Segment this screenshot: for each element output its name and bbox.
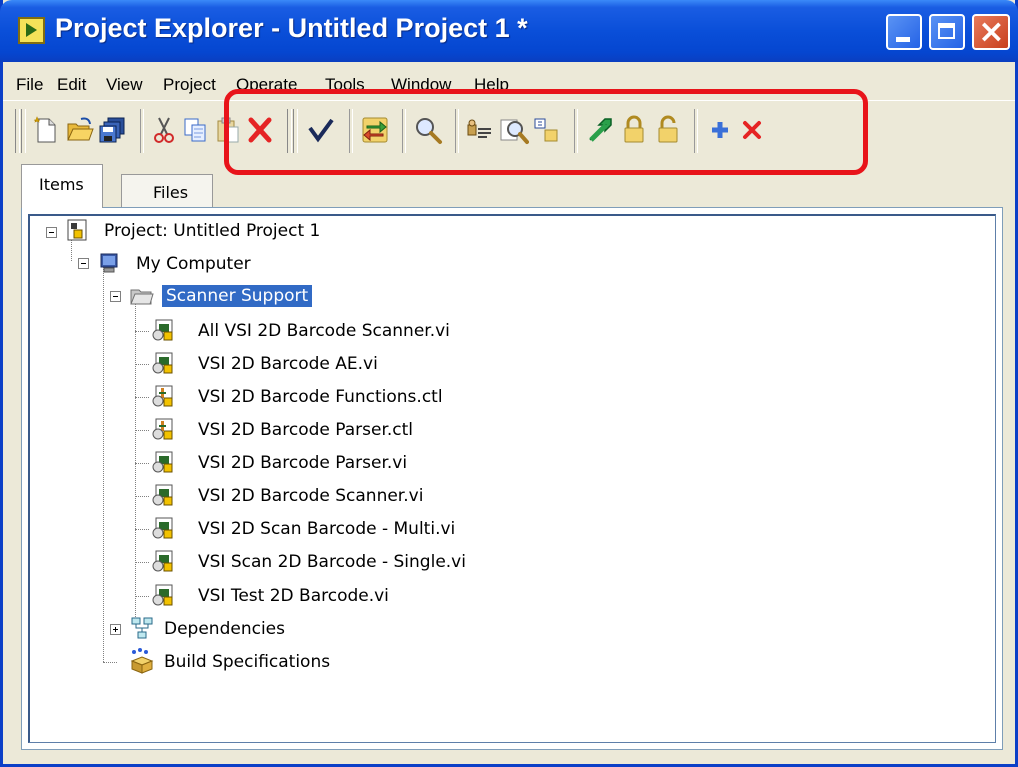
labview-app-icon [18, 17, 45, 44]
find-items-icon[interactable] [499, 115, 529, 145]
tree-node-file[interactable]: VSI 2D Barcode Functions.ctl [30, 382, 530, 410]
tab-items[interactable]: Items [21, 164, 103, 208]
tree-label: VSI 2D Barcode Scanner.vi [198, 486, 424, 506]
check-icon[interactable] [306, 115, 336, 145]
tree-label: My Computer [136, 254, 251, 274]
project-tree[interactable]: Project: Untitled Project 1 My Computer [28, 214, 996, 743]
vi-file-icon [152, 550, 173, 572]
tree-label: VSI 2D Barcode Parser.ctl [198, 420, 414, 440]
tree-node-file[interactable]: All VSI 2D Barcode Scanner.vi [30, 316, 530, 344]
menu-help[interactable]: Help [474, 75, 509, 95]
remove-icon[interactable] [737, 115, 767, 145]
collapse-toggle[interactable] [78, 258, 89, 269]
tree-node-file[interactable]: VSI Scan 2D Barcode - Single.vi [30, 547, 530, 575]
tree-label: Scanner Support [162, 285, 313, 307]
tree-node-project[interactable]: Project: Untitled Project 1 [30, 216, 430, 244]
toolbar-separator [402, 109, 406, 153]
menu-bar: File Edit View Project Operate Tools Win… [3, 62, 1015, 101]
tree-label: VSI 2D Barcode Functions.ctl [198, 387, 443, 407]
tree-node-scanner-support[interactable]: Scanner Support [30, 282, 430, 310]
menu-file[interactable]: File [16, 75, 43, 95]
project-tree-panel: Project: Untitled Project 1 My Computer [21, 207, 1003, 750]
lock-icon[interactable] [619, 115, 649, 145]
add-icon[interactable] [705, 115, 735, 145]
cut-icon[interactable] [149, 115, 179, 145]
menu-project[interactable]: Project [163, 75, 216, 95]
toolbar-separator [140, 109, 144, 153]
window-title: Project Explorer - Untitled Project 1 * [55, 13, 528, 43]
menu-edit[interactable]: Edit [57, 75, 86, 95]
find-icon[interactable] [413, 115, 443, 145]
close-button[interactable]: × [972, 12, 1010, 50]
tree-node-file[interactable]: VSI 2D Scan Barcode - Multi.vi [30, 514, 530, 542]
vi-file-icon [152, 451, 173, 473]
tree-node-file[interactable]: VSI 2D Barcode Scanner.vi [30, 481, 530, 509]
menu-operate[interactable]: Operate [236, 75, 297, 95]
expand-toggle[interactable] [110, 624, 121, 635]
vi-file-icon [152, 352, 173, 374]
tree-label: Dependencies [164, 619, 285, 639]
menu-tools[interactable]: Tools [325, 75, 365, 95]
tree-label: VSI Scan 2D Barcode - Single.vi [198, 552, 466, 572]
collapse-toggle[interactable] [110, 291, 121, 302]
go-icon[interactable] [585, 115, 615, 145]
vi-file-icon [152, 319, 173, 341]
refresh-icon[interactable] [360, 115, 390, 145]
project-icon [67, 219, 87, 241]
tree-label: VSI 2D Scan Barcode - Multi.vi [198, 519, 456, 539]
vi-file-icon [152, 484, 173, 506]
tree-label: VSI 2D Barcode AE.vi [198, 354, 378, 374]
tree-node-my-computer[interactable]: My Computer [30, 249, 430, 277]
tree-node-file[interactable]: VSI 2D Barcode Parser.vi [30, 448, 530, 476]
tree-node-file[interactable]: VSI 2D Barcode AE.vi [30, 349, 530, 377]
folder-icon [130, 289, 154, 305]
tree-label: Build Specifications [164, 652, 331, 672]
tree-node-dependencies[interactable]: Dependencies [30, 614, 430, 642]
vi-file-icon [152, 517, 173, 539]
maximize-button[interactable] [929, 14, 965, 50]
project-explorer-window: Project Explorer - Untitled Project 1 * … [0, 0, 1018, 767]
tree-label: All VSI 2D Barcode Scanner.vi [198, 321, 450, 341]
minimize-button[interactable] [886, 14, 922, 50]
arrange-icon[interactable] [532, 115, 562, 145]
toolbar-separator [574, 109, 578, 153]
tree-label: Project: Untitled Project 1 [104, 221, 321, 241]
collapse-toggle[interactable] [46, 227, 57, 238]
tree-node-file[interactable]: VSI 2D Barcode Parser.ctl [30, 415, 530, 443]
new-icon[interactable] [31, 115, 61, 145]
toolbar-grip[interactable] [287, 109, 292, 153]
toolbar-grip[interactable] [293, 109, 298, 153]
unlock-icon[interactable] [653, 115, 683, 145]
toolbar-separator [694, 109, 698, 153]
save-all-icon[interactable] [98, 115, 128, 145]
tree-label: VSI 2D Barcode Parser.vi [198, 453, 408, 473]
properties-icon[interactable] [465, 115, 495, 145]
dependencies-icon [131, 617, 153, 639]
vi-file-icon [152, 584, 173, 606]
computer-icon [100, 253, 118, 273]
tab-files[interactable]: Files [121, 174, 213, 208]
toolbar-separator [349, 109, 353, 153]
toolbar-grip[interactable] [15, 109, 20, 153]
menu-view[interactable]: View [106, 75, 143, 95]
menu-window[interactable]: Window [391, 75, 451, 95]
toolbar-separator [455, 109, 459, 153]
delete-icon[interactable] [245, 115, 275, 145]
toolbar [3, 101, 1015, 161]
copy-icon[interactable] [181, 115, 211, 145]
toolbar-grip[interactable] [21, 109, 26, 153]
ctl-file-icon [152, 418, 173, 440]
tree-label: VSI Test 2D Barcode.vi [198, 586, 389, 606]
title-bar[interactable]: Project Explorer - Untitled Project 1 * … [0, 0, 1018, 62]
tree-node-file[interactable]: VSI Test 2D Barcode.vi [30, 581, 530, 609]
open-icon[interactable] [65, 115, 95, 145]
tree-node-build-specifications[interactable]: Build Specifications [30, 647, 430, 675]
ctl-file-icon [152, 385, 173, 407]
paste-icon[interactable] [213, 115, 243, 145]
close-icon: × [978, 12, 1005, 50]
build-specifications-icon [130, 648, 154, 674]
